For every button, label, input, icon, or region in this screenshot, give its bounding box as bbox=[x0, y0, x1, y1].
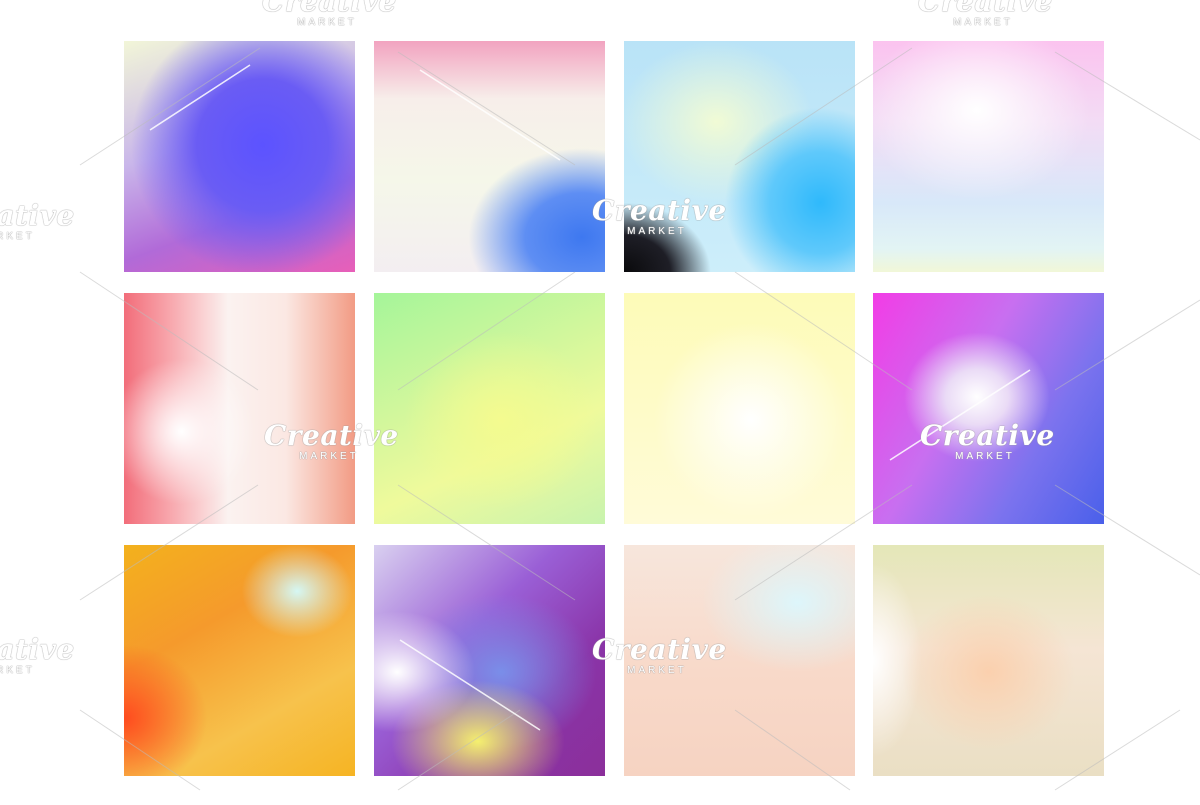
swatch-11 bbox=[624, 545, 855, 776]
swatch-6 bbox=[374, 293, 605, 524]
swatch-5 bbox=[124, 293, 355, 524]
swatch-4 bbox=[873, 41, 1104, 272]
swatch-7 bbox=[624, 293, 855, 524]
gradient-swatch-grid bbox=[0, 0, 1200, 800]
swatch-1 bbox=[124, 41, 355, 272]
swatch-2 bbox=[374, 41, 605, 272]
swatch-9 bbox=[124, 545, 355, 776]
swatch-8 bbox=[873, 293, 1104, 524]
swatch-3 bbox=[624, 41, 855, 272]
swatch-12 bbox=[873, 545, 1104, 776]
swatch-10 bbox=[374, 545, 605, 776]
